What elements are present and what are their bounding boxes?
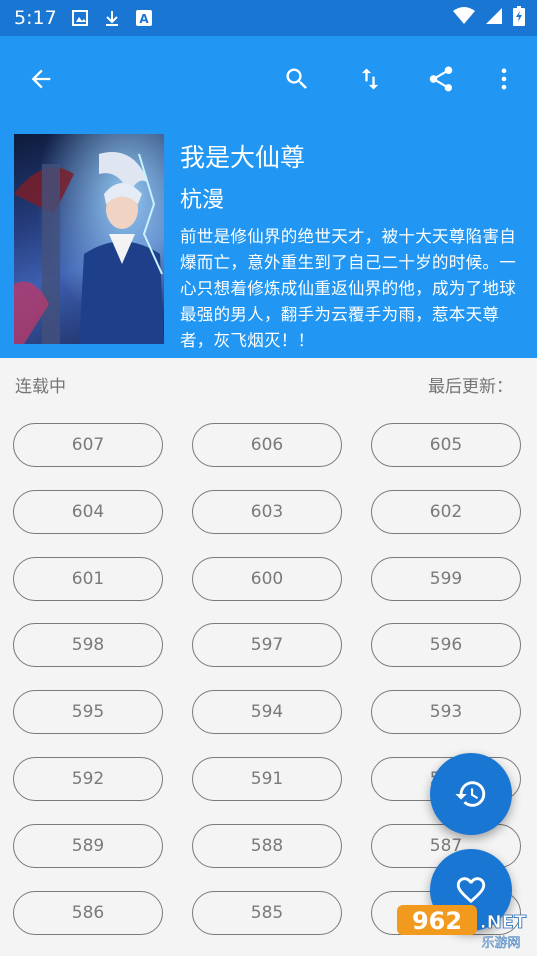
signal-icon [485, 7, 503, 29]
chapter-button[interactable]: 589 [13, 824, 163, 868]
gallery-notification-icon [71, 9, 89, 27]
book-title: 我是大仙尊 [180, 143, 306, 172]
share-button[interactable] [417, 55, 465, 103]
download-icon [103, 9, 121, 27]
sort-icon [361, 68, 379, 90]
chapter-button[interactable]: 602 [371, 490, 521, 534]
chapter-button[interactable]: 586 [13, 891, 163, 935]
status-bar: 5:17 A [0, 0, 537, 36]
chapter-button[interactable]: 596 [371, 623, 521, 667]
status-time: 5:17 [14, 7, 57, 29]
chapter-button[interactable]: 597 [192, 623, 342, 667]
book-author: 杭漫 [180, 188, 225, 213]
svg-text:乐游网: 乐游网 [481, 936, 520, 951]
book-header: 我是大仙尊 杭漫 前世是修仙界的绝世天才，被十大天尊陷害自爆而亡，意外重生到了自… [0, 122, 537, 358]
chapter-button[interactable]: 593 [371, 690, 521, 734]
serialization-status: 连载中 [15, 377, 66, 397]
watermark-logo: 962 .NET 乐游网 [397, 903, 529, 951]
svg-text:A: A [139, 12, 149, 26]
wifi-icon [453, 7, 475, 29]
chapter-button[interactable]: 599 [371, 557, 521, 601]
chapter-button[interactable]: 591 [192, 757, 342, 801]
history-icon [455, 781, 486, 807]
chapter-button[interactable]: 604 [13, 490, 163, 534]
more-options-button[interactable] [480, 55, 528, 103]
chapter-button[interactable]: 607 [13, 423, 163, 467]
info-line: 连载中 最后更新： [0, 372, 537, 402]
battery-icon [513, 6, 525, 30]
chapter-button[interactable]: 585 [192, 891, 342, 935]
chapter-button[interactable]: 598 [13, 623, 163, 667]
chapter-button[interactable]: 588 [192, 824, 342, 868]
chapter-button[interactable]: 605 [371, 423, 521, 467]
chapter-button[interactable]: 601 [13, 557, 163, 601]
back-arrow-icon [31, 69, 51, 89]
last-updated-label: 最后更新： [428, 377, 513, 397]
heart-icon [456, 877, 486, 904]
chapter-button[interactable]: 603 [192, 490, 342, 534]
sort-button[interactable] [346, 55, 394, 103]
chapter-button[interactable]: 592 [13, 757, 163, 801]
chapter-button[interactable]: 606 [192, 423, 342, 467]
search-icon [286, 68, 307, 89]
app-bar [0, 36, 537, 122]
more-vert-icon [501, 68, 507, 90]
book-description: 前世是修仙界的绝世天才，被十大天尊陷害自爆而亡，意外重生到了自己二十岁的时候。一… [180, 227, 516, 350]
svg-text:962: 962 [412, 907, 462, 935]
book-cover-image [14, 134, 164, 344]
back-button[interactable] [17, 55, 65, 103]
text-a-icon: A [135, 9, 153, 27]
chapter-button[interactable]: 595 [13, 690, 163, 734]
history-button[interactable] [430, 753, 512, 835]
share-icon [429, 66, 453, 92]
search-button[interactable] [273, 55, 321, 103]
svg-text:.NET: .NET [480, 912, 527, 933]
chapter-button[interactable]: 600 [192, 557, 342, 601]
chapter-button[interactable]: 594 [192, 690, 342, 734]
